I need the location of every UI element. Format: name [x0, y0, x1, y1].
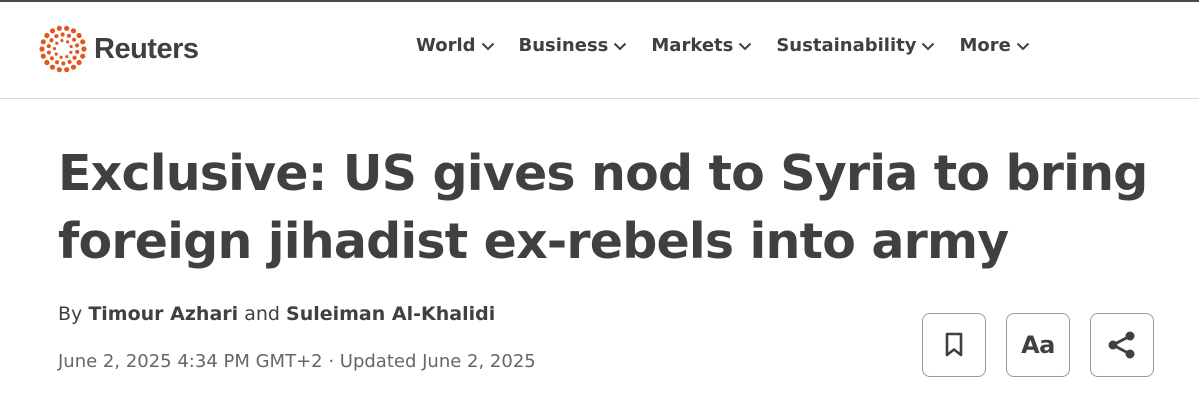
chevron-down-icon [481, 42, 494, 50]
logo-wordmark: Reuters [94, 32, 199, 65]
reuters-dotted-circle-icon [39, 25, 87, 73]
nav-item-label: More [959, 35, 1011, 56]
author-link[interactable]: Timour Azhari [88, 303, 238, 325]
chevron-down-icon [739, 42, 752, 50]
article-dateline: June 2, 2025 4:34 PM GMT+2 · Updated Jun… [58, 351, 536, 372]
share-button[interactable] [1090, 313, 1154, 377]
reuters-logo[interactable]: Reuters [38, 24, 199, 74]
article-byline: By Timour Azhari and Suleiman Al-Khalidi [58, 303, 495, 325]
nav-item-business[interactable]: Business [519, 35, 628, 56]
chevron-down-icon [1016, 42, 1030, 50]
bookmark-icon [945, 332, 963, 357]
chevron-down-icon [614, 42, 627, 50]
nav-item-label: Business [518, 35, 609, 56]
site-header: Reuters World Business Markets Sustainab… [0, 2, 1199, 99]
author-link[interactable]: Suleiman Al-Khalidi [286, 303, 495, 325]
main-nav: World Business Markets Sustainability Mo… [416, 35, 1030, 56]
byline-conjunction: and [244, 303, 280, 325]
share-icon [1108, 331, 1135, 359]
chevron-down-icon [922, 42, 935, 50]
text-size-label: Aa [1021, 331, 1055, 359]
nav-item-label: Markets [651, 35, 734, 56]
bookmark-button[interactable] [922, 313, 986, 377]
nav-item-more[interactable]: More [959, 35, 1030, 56]
nav-item-label: Sustainability [776, 35, 917, 56]
nav-item-label: World [416, 35, 476, 56]
text-size-button[interactable]: Aa [1006, 313, 1070, 377]
nav-item-markets[interactable]: Markets [651, 35, 752, 56]
nav-item-sustainability[interactable]: Sustainability [776, 35, 935, 56]
article-headline: Exclusive: US gives nod to Syria to brin… [58, 145, 1148, 270]
byline-prefix: By [58, 303, 83, 325]
nav-item-world[interactable]: World [416, 35, 495, 56]
